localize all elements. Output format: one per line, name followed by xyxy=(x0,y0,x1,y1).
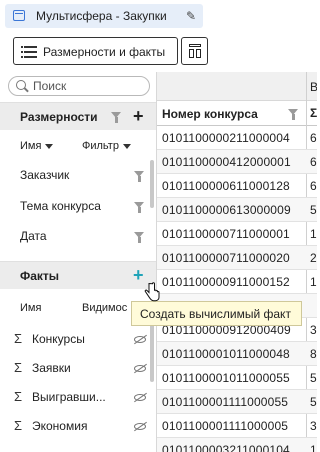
contest-number-cell: 0101100001011000048 xyxy=(162,347,290,361)
dimension-item[interactable]: Заказчик xyxy=(20,168,69,182)
dimensions-col-name[interactable]: Имя xyxy=(20,140,54,152)
dimensions-col-filter[interactable]: Фильтр xyxy=(82,140,131,152)
table-row[interactable]: 0101100000412000001 6 xyxy=(157,150,317,174)
dimensions-and-facts-label: Размерности и факты xyxy=(43,45,166,59)
dimension-item[interactable]: Тема конкурса xyxy=(20,199,101,213)
facts-title: Факты xyxy=(20,269,60,283)
add-calculated-fact-button[interactable]: + xyxy=(133,266,144,284)
toolbar: Размерности и факты xyxy=(0,34,317,70)
table-row[interactable]: 0101100001111000005 3 xyxy=(157,414,317,438)
value-cell: 1 xyxy=(310,275,317,289)
contest-number-cell: 0101100000711000020 xyxy=(162,251,290,265)
sigma-icon: Σ xyxy=(14,418,23,433)
sigma-icon: Σ xyxy=(14,360,23,375)
value-cell: 6 xyxy=(310,131,317,145)
add-dimension-button[interactable]: + xyxy=(133,107,144,125)
value-cell: 6 xyxy=(310,155,317,169)
table-row[interactable]: 0101100001111000055 5 xyxy=(157,390,317,414)
visibility-icon[interactable] xyxy=(134,394,146,401)
table-row[interactable]: 0101100000211000004 6 xyxy=(157,126,317,150)
contest-number-cell: 0101100000412000001 xyxy=(162,155,291,169)
table-row[interactable]: 0101100000611000128 6 xyxy=(157,174,317,198)
filter-icon[interactable] xyxy=(134,171,145,182)
fact-item[interactable]: Σ Конкурсы xyxy=(14,331,85,346)
facts-scrollbar[interactable] xyxy=(150,322,154,382)
tooltip: Создать вычислимый факт xyxy=(131,301,302,326)
table-row[interactable]: 0101100000613000009 5 xyxy=(157,198,317,222)
contest-number-cell: 0101100000911000152 xyxy=(162,275,290,289)
visibility-icon[interactable] xyxy=(134,365,146,372)
search-box[interactable] xyxy=(8,76,150,96)
value-cell: 8 xyxy=(310,347,317,361)
grid-top-header-label: В xyxy=(310,80,317,94)
contest-number-cell: 0101100001011000055 xyxy=(162,371,290,385)
list-icon xyxy=(21,45,37,58)
value-cell: 1 xyxy=(310,227,317,241)
dimensions-title: Размерности xyxy=(20,110,98,124)
table-row[interactable]: 0101100000711000020 2 xyxy=(157,246,317,270)
table-row[interactable]: 0101100001011000048 8 xyxy=(157,342,317,366)
contest-number-cell: 0101100003211000104 xyxy=(162,443,290,452)
contest-number-cell: 0101100000711000001 xyxy=(162,227,290,241)
table-row[interactable]: 0101100001011000055 5 xyxy=(157,366,317,390)
fact-item[interactable]: Σ Выигравши... xyxy=(14,389,106,404)
fact-item[interactable]: Σ Экономия xyxy=(14,418,87,433)
dimensions-and-facts-button[interactable]: Размерности и факты xyxy=(13,37,178,65)
chevron-down-icon xyxy=(122,143,131,149)
table-row[interactable]: 0101100000911000152 1 xyxy=(157,270,317,294)
hand-cursor-icon xyxy=(144,282,160,302)
value-cell: 6 xyxy=(310,179,317,193)
value-cell: 5 xyxy=(310,371,317,385)
window-icon xyxy=(13,10,25,21)
dimensions-scrollbar[interactable] xyxy=(150,160,154,208)
contest-number-cell: 0101100000613000009 xyxy=(162,203,291,217)
facts-col-name[interactable]: Имя xyxy=(20,302,41,314)
sigma-icon: Σ xyxy=(14,331,23,346)
filter-icon[interactable] xyxy=(134,232,145,243)
value-cell: 5 xyxy=(310,203,317,217)
pivot-button[interactable] xyxy=(181,37,208,65)
column-header-label: Номер конкурса xyxy=(162,107,258,121)
value-cell: 5 xyxy=(310,395,317,409)
second-column-header: Σ xyxy=(310,106,317,120)
grid-column-header[interactable]: Номер конкурса Σ xyxy=(157,101,317,126)
data-grid: В Номер конкурса Σ 0101100000211000004 6 0… xyxy=(157,72,317,452)
chevron-down-icon xyxy=(45,143,54,149)
pivot-icon xyxy=(189,44,201,58)
facts-col-visibility[interactable]: Видимос xyxy=(82,302,127,314)
visibility-icon[interactable] xyxy=(134,336,146,343)
table-row[interactable]: 0101100000711000001 1 xyxy=(157,222,317,246)
contest-number-cell: 0101100000611000128 xyxy=(162,179,290,193)
contest-number-cell: 0101100001111000055 xyxy=(162,395,289,409)
visibility-icon[interactable] xyxy=(134,423,146,430)
value-cell: 3 xyxy=(310,323,317,337)
filter-icon[interactable] xyxy=(288,109,299,120)
contest-number-cell: 0101100001111000005 xyxy=(162,419,289,433)
fields-panel: Размерности + Имя Фильтр Заказчик Тема к… xyxy=(0,72,157,452)
search-input[interactable] xyxy=(33,78,143,94)
grid-top-header: В xyxy=(157,72,317,101)
tab-title: Мультисфера - Закупки xyxy=(36,9,167,23)
sigma-icon: Σ xyxy=(14,389,23,404)
dimension-item[interactable]: Дата xyxy=(20,229,47,243)
filter-icon[interactable] xyxy=(134,202,145,213)
document-tab[interactable]: Мультисфера - Закупки ✎ xyxy=(5,4,203,28)
dimensions-header: Размерности + xyxy=(0,102,156,130)
table-row[interactable]: 0101100003211000104 1 xyxy=(157,438,317,452)
contest-number-cell: 0101100000211000004 xyxy=(162,131,290,145)
pencil-icon[interactable]: ✎ xyxy=(186,9,196,23)
filter-icon[interactable] xyxy=(111,112,122,123)
value-cell: 1 xyxy=(310,443,317,452)
value-cell: 2 xyxy=(310,251,317,265)
value-cell: 3 xyxy=(310,419,317,433)
title-bar: Мультисфера - Закупки ✎ xyxy=(0,0,317,34)
fact-item[interactable]: Σ Заявки xyxy=(14,360,71,375)
facts-header: Факты + xyxy=(0,261,156,289)
